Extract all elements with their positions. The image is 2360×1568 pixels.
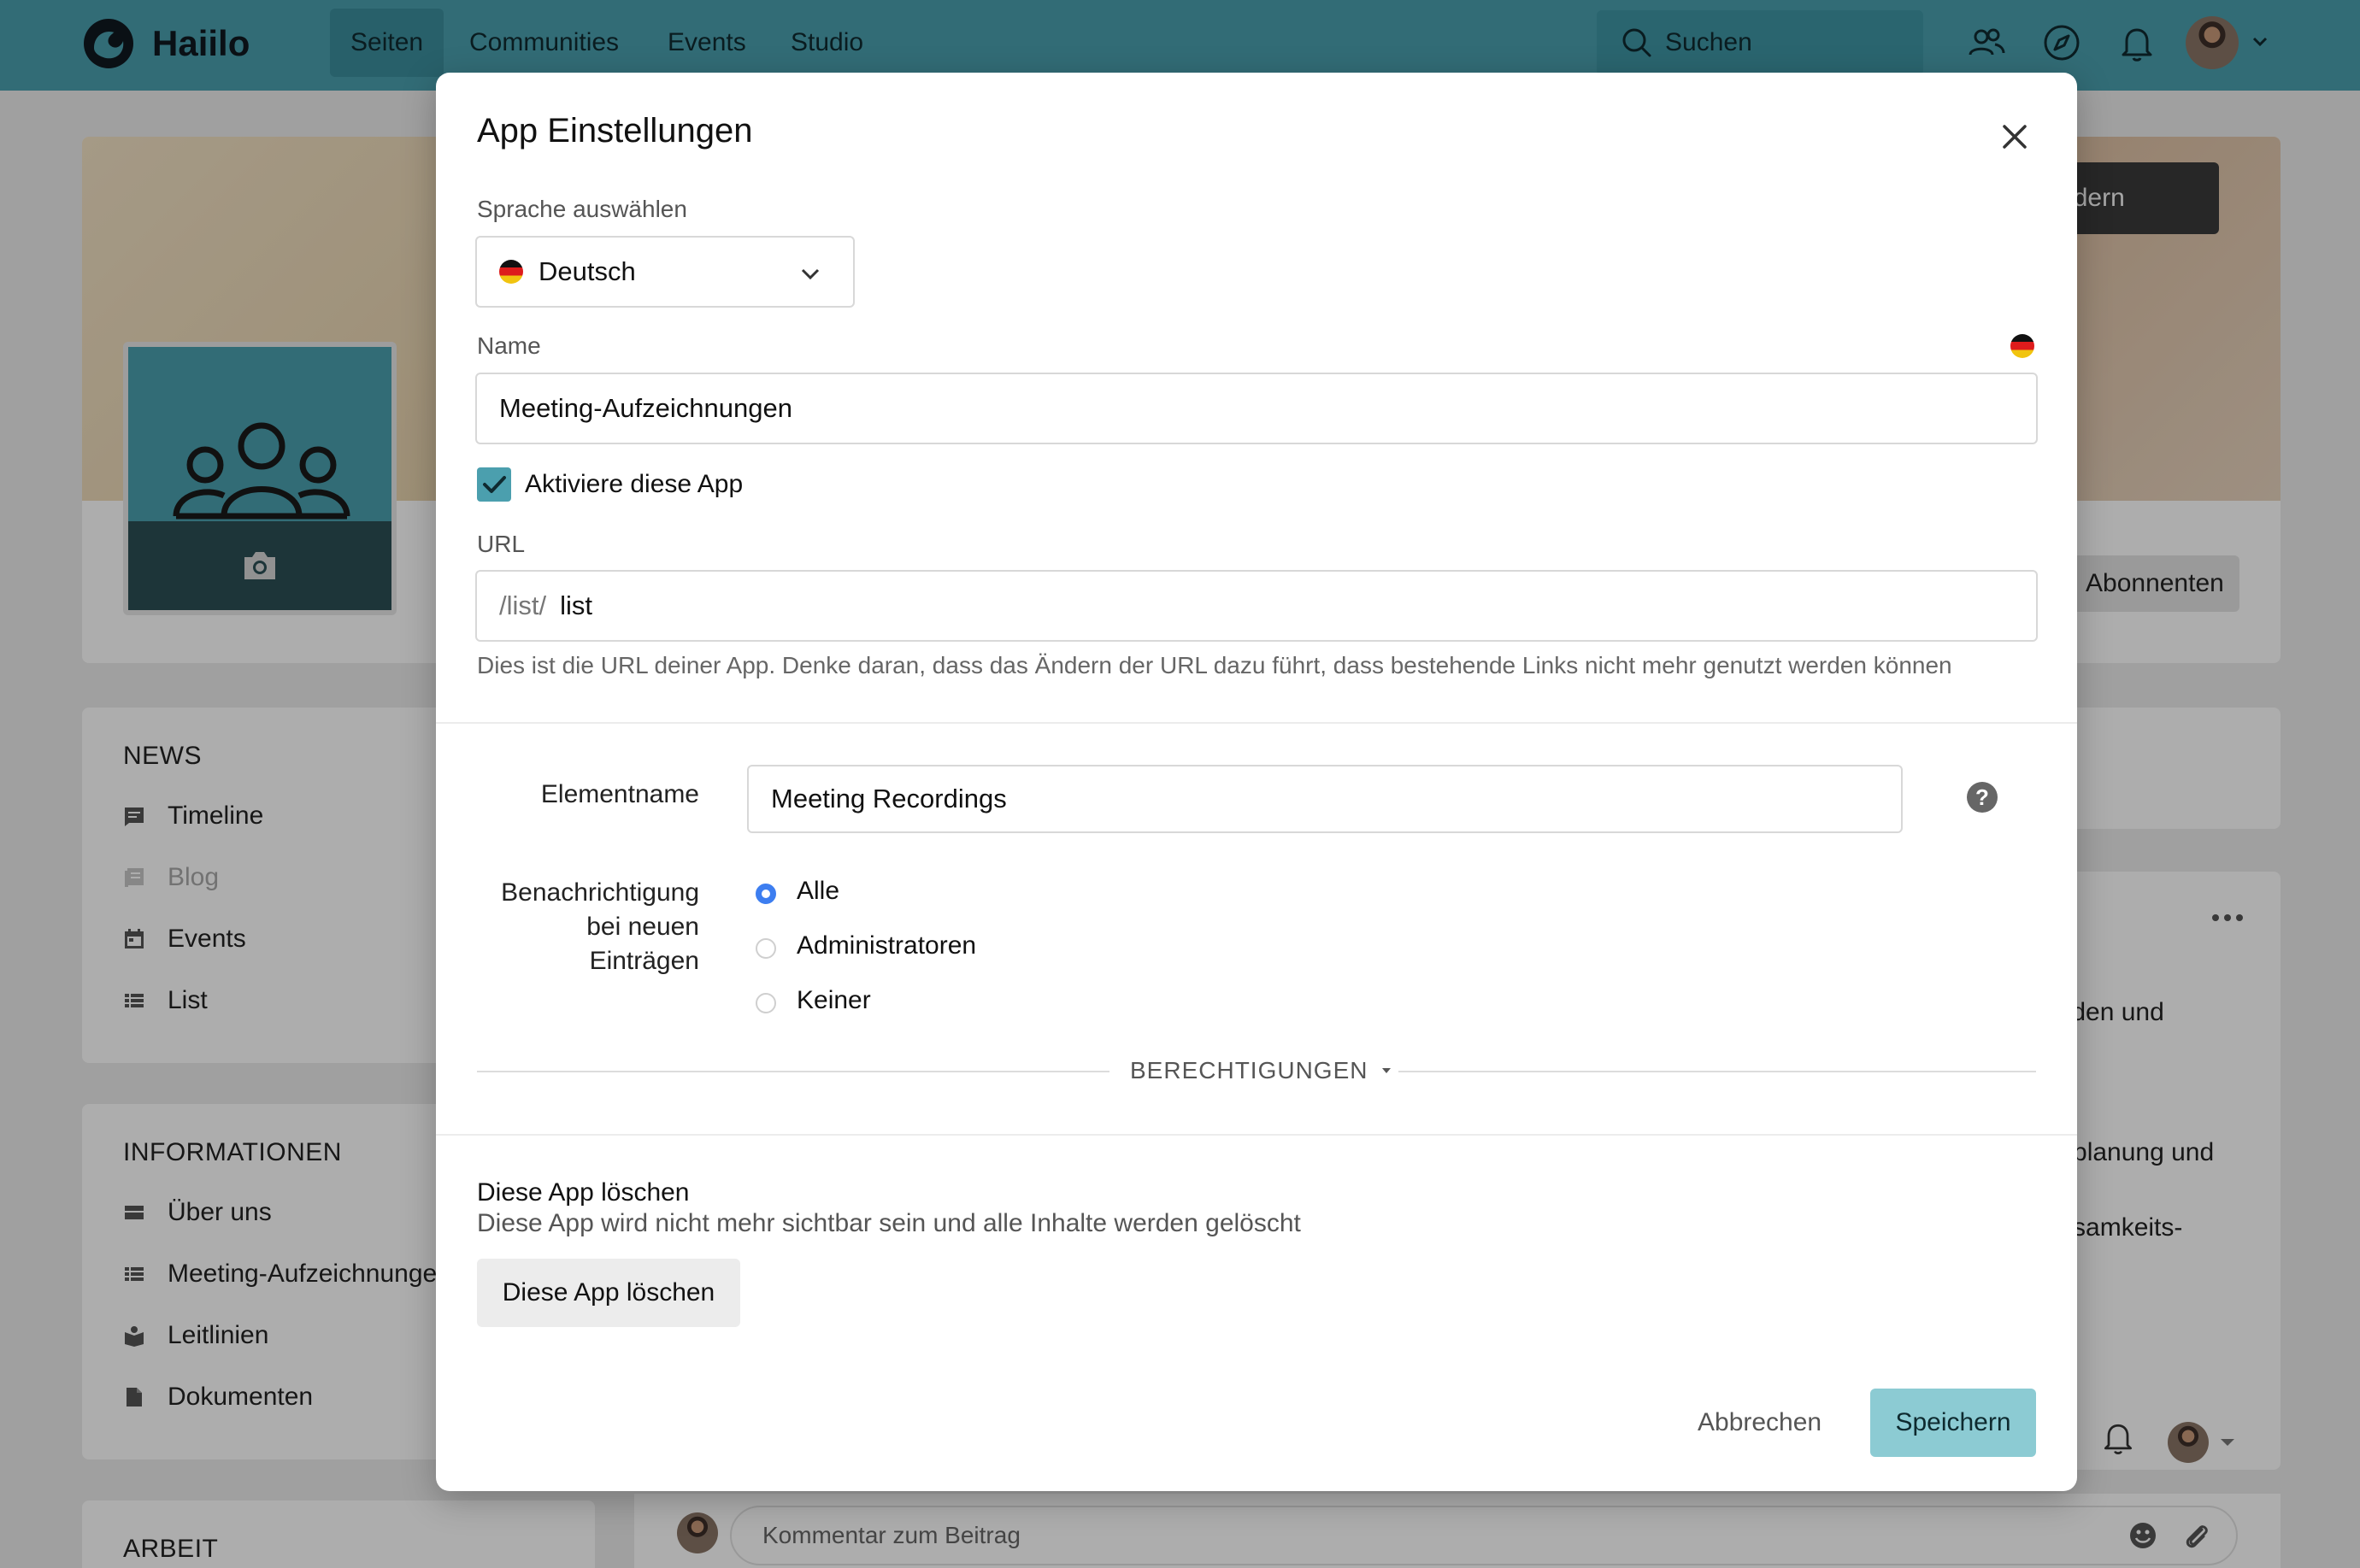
permissions-line-left [477,1071,1109,1072]
element-name-value: Meeting Recordings [771,784,1007,813]
radio-label-keiner[interactable]: Keiner [797,986,871,1015]
cancel-button[interactable]: Abbrechen [1682,1389,1837,1457]
page: Haiilo Seiten Communities Events Studio … [0,0,2360,1568]
permissions-line-right [1398,1071,2036,1072]
radio-administratoren[interactable] [756,938,776,959]
language-label: Sprache auswählen [477,196,687,222]
permissions-toggle[interactable]: BERECHTIGUNGEN [1130,1057,1393,1084]
name-input[interactable]: Meeting-Aufzeichnungen [475,373,2038,444]
delete-title: Diese App löschen [477,1178,690,1207]
section-divider [436,1134,2077,1136]
name-label: Name [477,332,541,359]
language-value: Deutsch [539,256,636,286]
app-settings-dialog: App Einstellungen Sprache auswählen Deut… [436,73,2077,1491]
german-flag-icon [2010,334,2034,358]
section-divider [436,722,2077,724]
permissions-label: BERECHTIGUNGEN [1130,1057,1368,1084]
name-value: Meeting-Aufzeichnungen [499,393,792,423]
activate-label[interactable]: Aktiviere diese App [525,470,743,499]
german-flag-icon [499,260,523,284]
url-input[interactable]: /list/ list [475,570,2038,642]
dialog-title: App Einstellungen [477,112,753,150]
notification-label-line: Einträgen [589,947,699,975]
radio-alle[interactable] [756,884,776,904]
url-label: URL [477,531,526,557]
notification-label-line: bei neuen [586,913,699,941]
delete-subtitle: Diese App wird nicht mehr sichtbar sein … [477,1209,1301,1237]
url-prefix: /list/ [499,590,547,620]
radio-keiner[interactable] [756,993,776,1013]
chevron-down-icon [801,268,820,280]
element-name-label: Elementname [540,780,699,808]
url-value: list [560,590,593,620]
delete-app-button[interactable]: Diese App löschen [477,1259,740,1327]
caret-down-icon [1382,1068,1392,1073]
checkmark-icon [483,476,506,493]
radio-label-alle[interactable]: Alle [797,877,839,906]
radio-label-administratoren[interactable]: Administratoren [797,931,976,960]
close-icon[interactable] [1993,115,2036,158]
notification-label: Benachrichtigung bei neuen Einträgen [477,876,699,978]
url-help-text: Dies ist die URL deiner App. Denke daran… [477,652,1952,678]
activate-checkbox[interactable] [477,467,511,502]
save-button[interactable]: Speichern [1870,1389,2036,1457]
help-icon[interactable]: ? [1967,782,1998,813]
notification-label-line: Benachrichtigung [501,878,699,907]
language-select[interactable]: Deutsch [475,236,855,308]
element-name-input[interactable]: Meeting Recordings [747,765,1903,833]
